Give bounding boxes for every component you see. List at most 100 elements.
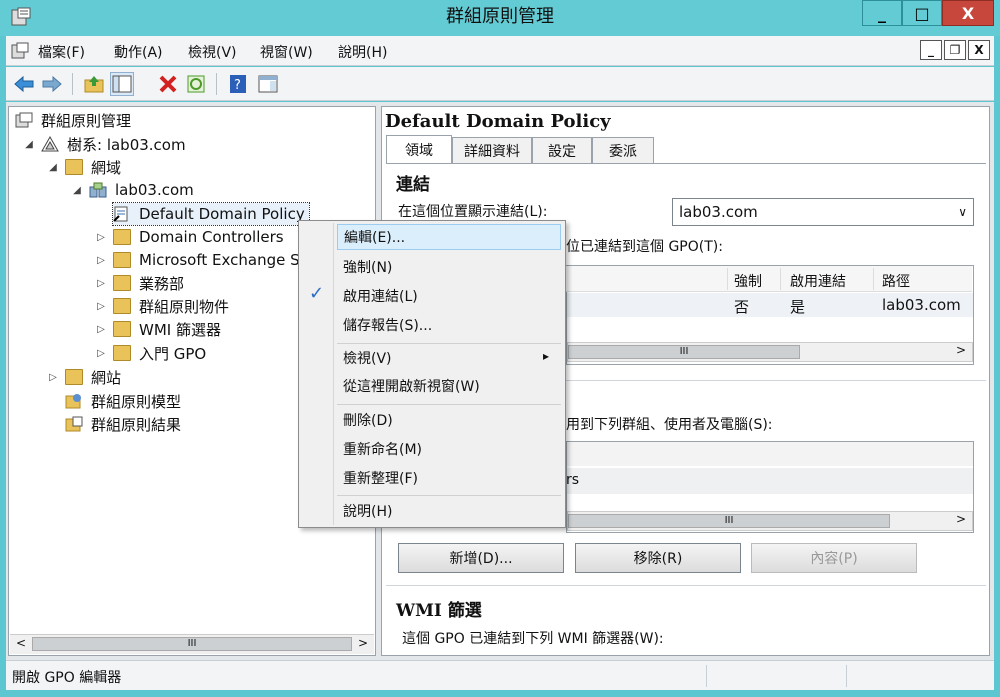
tree-item-gp-modeling[interactable]: 群組原則模型	[65, 390, 181, 412]
tree-label: Microsoft Exchange S	[139, 251, 300, 269]
tab-settings[interactable]: 設定	[532, 137, 592, 163]
tree-label: 群組原則管理	[41, 111, 132, 130]
tree-item-gp-results[interactable]: 群組原則結果	[65, 413, 181, 435]
context-menu-link-enabled[interactable]: 啟用連結(L)	[337, 283, 561, 309]
list-item-label: rs	[566, 472, 580, 488]
tree-label: 群組原則模型	[91, 392, 182, 411]
delete-icon[interactable]	[156, 72, 180, 96]
security-filtering-label: 用到下列群組、使用者及電腦(S):	[566, 417, 773, 433]
dropdown-value: lab03.com	[679, 203, 758, 221]
tree-label: WMI 篩選器	[139, 320, 221, 339]
expand-icon[interactable]: ▷	[95, 301, 107, 312]
context-menu-view[interactable]: 檢視(V)	[337, 345, 561, 371]
menu-file[interactable]: 檔案(F)	[38, 42, 85, 62]
tree-item-gpm-root[interactable]: 群組原則管理	[15, 109, 131, 131]
properties-button[interactable]: 內容(P)	[751, 543, 917, 573]
maximize-button[interactable]: □	[902, 0, 942, 26]
collapse-icon[interactable]: ◢	[47, 162, 59, 173]
expand-icon[interactable]: ▷	[95, 278, 107, 289]
wmi-section-title: WMI 篩選	[396, 601, 482, 621]
add-button[interactable]: 新增(D)...	[398, 543, 564, 573]
tree-label: 樹系: lab03.com	[67, 135, 186, 154]
tree-label: 業務部	[139, 274, 185, 293]
tab-details[interactable]: 詳細資料	[452, 137, 532, 163]
show-hide-tree-icon[interactable]	[110, 72, 134, 96]
mdi-close-button[interactable]: X	[968, 40, 990, 60]
help-icon[interactable]: ?	[226, 72, 250, 96]
list-item[interactable]	[567, 442, 973, 466]
scroll-right-icon[interactable]: >	[956, 512, 966, 526]
minimize-button[interactable]: _	[862, 0, 902, 26]
scroll-right-icon[interactable]: >	[956, 343, 966, 357]
expand-icon[interactable]: ▷	[95, 232, 107, 243]
mdi-restore-button[interactable]: ❐	[944, 40, 966, 60]
collapse-icon[interactable]: ◢	[23, 139, 35, 150]
back-arrow-icon[interactable]	[12, 72, 36, 96]
tree-item-sales[interactable]: ▷ 業務部	[95, 272, 184, 294]
tree-item-forest[interactable]: ◢ 樹系: lab03.com	[23, 133, 186, 155]
expand-icon[interactable]: ▷	[95, 348, 107, 359]
menu-action[interactable]: 動作(A)	[114, 42, 163, 62]
column-path[interactable]: 路徑	[882, 271, 910, 291]
menu-help[interactable]: 說明(H)	[338, 42, 387, 62]
context-menu-enforced[interactable]: 強制(N)	[337, 254, 561, 280]
gpo-folder-icon	[113, 298, 131, 314]
collapse-icon[interactable]: ◢	[71, 185, 83, 196]
tree-item-gpo-objects[interactable]: ▷ 群組原則物件	[95, 295, 229, 317]
tree-item-sites[interactable]: ▷ 網站	[47, 366, 121, 388]
sites-folder-icon	[65, 369, 83, 385]
scroll-right-icon[interactable]: >	[358, 636, 368, 650]
tree-item-microsoft-exchange[interactable]: ▷ Microsoft Exchange S	[95, 249, 300, 271]
mdi-minimize-button[interactable]: _	[920, 40, 942, 60]
properties-icon[interactable]	[256, 72, 280, 96]
expand-icon[interactable]: ▷	[95, 324, 107, 335]
ou-folder-icon	[113, 229, 131, 245]
context-menu-help[interactable]: 說明(H)	[337, 498, 561, 524]
refresh-icon[interactable]	[184, 72, 208, 96]
tree-item-default-domain-policy[interactable]: Default Domain Policy	[112, 202, 310, 226]
context-menu-delete[interactable]: 刪除(D)	[337, 407, 561, 433]
submenu-arrow-icon: ▸	[543, 349, 550, 363]
tree-horizontal-scrollbar[interactable]: < III >	[10, 634, 374, 654]
scroll-thumb[interactable]: III	[568, 345, 800, 359]
context-menu-rename[interactable]: 重新命名(M)	[337, 436, 561, 462]
tree-item-starter-gpo[interactable]: ▷ 入門 GPO	[95, 342, 206, 364]
links-horizontal-scrollbar[interactable]: III >	[567, 342, 973, 362]
close-button[interactable]: X	[942, 0, 994, 26]
svg-text:?: ?	[234, 78, 241, 93]
expand-icon[interactable]: ▷	[47, 372, 59, 383]
remove-button[interactable]: 移除(R)	[575, 543, 741, 573]
scroll-thumb[interactable]: III	[568, 514, 890, 528]
tree-item-domain[interactable]: ◢ lab03.com	[71, 179, 194, 201]
modeling-icon	[65, 393, 83, 409]
menu-view[interactable]: 檢視(V)	[188, 42, 237, 62]
cell-link-enabled: 是	[790, 298, 806, 316]
scroll-thumb[interactable]: III	[32, 637, 352, 651]
expand-icon[interactable]: ▷	[95, 255, 107, 266]
scroll-left-icon[interactable]: <	[16, 636, 26, 650]
context-menu-refresh[interactable]: 重新整理(F)	[337, 465, 561, 491]
links-location-dropdown[interactable]: lab03.com ∨	[672, 198, 974, 226]
column-enforced[interactable]: 強制	[734, 271, 762, 291]
tree-item-domains[interactable]: ◢ 網域	[47, 156, 121, 178]
tab-delegation[interactable]: 委派	[592, 137, 654, 163]
list-item[interactable]	[567, 468, 973, 494]
status-bar: 開啟 GPO 編輯器	[6, 660, 994, 690]
tree-item-domain-controllers[interactable]: ▷ Domain Controllers	[95, 226, 284, 248]
tab-scope[interactable]: 領域	[386, 135, 452, 163]
up-folder-icon[interactable]	[82, 72, 106, 96]
menu-window[interactable]: 視窗(W)	[260, 42, 313, 62]
context-menu-edit[interactable]: 編輯(E)...	[337, 224, 561, 250]
gpo-link-icon	[113, 206, 131, 222]
context-menu-save-report[interactable]: 儲存報告(S)...	[337, 312, 561, 338]
menu-bar: 檔案(F) 動作(A) 檢視(V) 視窗(W) 說明(H) _ ❐ X	[6, 36, 994, 66]
security-horizontal-scrollbar[interactable]: III >	[567, 511, 973, 531]
tree-label: 網域	[91, 158, 122, 177]
ou-folder-icon	[113, 252, 131, 268]
tree-label: Domain Controllers	[139, 228, 284, 246]
forward-arrow-icon[interactable]	[40, 72, 64, 96]
context-menu-new-window[interactable]: 從這裡開啟新視窗(W)	[337, 373, 561, 399]
links-location-label: 在這個位置顯示連結(L):	[398, 204, 548, 220]
tree-item-wmi-filters[interactable]: ▷ WMI 篩選器	[95, 318, 221, 340]
column-link-enabled[interactable]: 啟用連結	[790, 271, 846, 291]
